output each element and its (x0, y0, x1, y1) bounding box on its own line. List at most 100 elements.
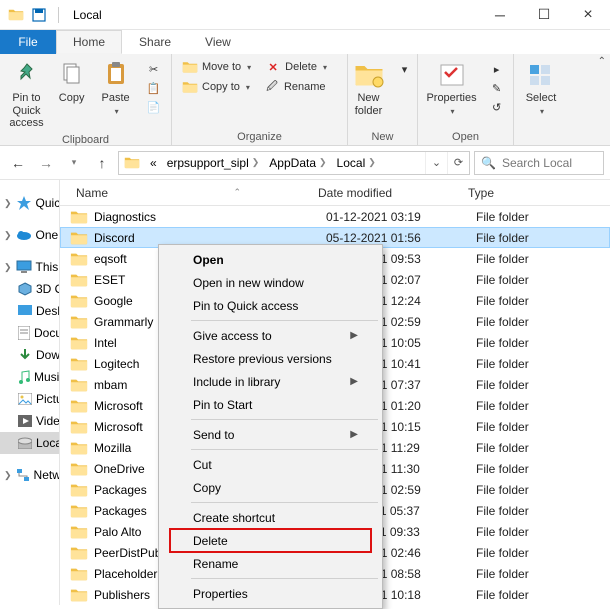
context-menu-item[interactable]: Open in new window (161, 271, 380, 294)
column-headers: Name⌃ Date modified Type (60, 180, 610, 206)
tab-file[interactable]: File (0, 30, 56, 54)
address-bar[interactable]: « erpsupport_sipl❯ AppData❯ Local❯ ⌄ ⟳ (118, 151, 470, 175)
tab-view[interactable]: View (188, 30, 248, 54)
context-menu-item[interactable]: Open (161, 248, 380, 271)
forward-button[interactable]: → (34, 151, 58, 175)
desktop-icon (18, 303, 32, 319)
folder-icon (70, 251, 88, 267)
move-icon (182, 60, 198, 74)
search-input[interactable]: 🔍 Search Local (474, 151, 604, 175)
window-title: Local (73, 8, 102, 22)
folder-icon (70, 461, 88, 477)
cut-button[interactable]: ✂ (142, 60, 166, 78)
select-button[interactable]: Select▾ (521, 58, 561, 118)
folder-icon (70, 398, 88, 414)
table-row[interactable]: Diagnostics01-12-2021 03:19File folder (60, 206, 610, 227)
context-menu-item[interactable]: Restore previous versions (161, 347, 380, 370)
context-menu-item[interactable]: Send to▶ (161, 423, 380, 446)
open-button[interactable]: ▸ (485, 60, 509, 78)
save-icon[interactable] (32, 8, 46, 22)
new-folder-button[interactable]: New folder (349, 58, 389, 119)
nav-item[interactable]: Desktop (0, 300, 59, 322)
folder-icon (70, 356, 88, 372)
open-group-caption: Open (452, 129, 479, 143)
folder-icon (70, 272, 88, 288)
pin-icon (14, 62, 40, 88)
doc-icon (18, 325, 30, 341)
star-icon (16, 195, 32, 211)
address-dropdown-button[interactable]: ⌄ (425, 152, 447, 174)
nav-item[interactable]: Music (0, 366, 59, 388)
copy-path-button[interactable]: 📋 (142, 79, 166, 97)
context-menu-item[interactable]: Create shortcut (161, 506, 380, 529)
edit-button[interactable]: ✎ (485, 79, 509, 97)
folder-icon (70, 524, 88, 540)
menu-separator (191, 320, 378, 321)
pin-to-quick-access-button[interactable]: Pin to Quick access (5, 58, 47, 132)
disk-icon (18, 435, 32, 451)
nav-item[interactable]: 3D Objects (0, 278, 59, 300)
delete-button[interactable]: ✕Delete▾ (261, 58, 331, 76)
maximize-button[interactable]: ☐ (522, 0, 566, 30)
nav-item[interactable]: ❯This PC (0, 256, 59, 278)
context-menu-item[interactable]: Give access to▶ (161, 324, 380, 347)
nav-item[interactable]: ❯Quick access (0, 192, 59, 214)
history-button[interactable]: ↺ (485, 98, 509, 116)
folder-icon (8, 8, 24, 21)
nav-item[interactable]: Local Disk (0, 432, 59, 454)
recent-button[interactable]: ▾ (62, 151, 86, 175)
nav-item[interactable]: Downloads (0, 344, 59, 366)
nav-item[interactable]: Pictures (0, 388, 59, 410)
nav-item[interactable]: Documents (0, 322, 59, 344)
tab-share[interactable]: Share (122, 30, 188, 54)
folder-icon (70, 566, 88, 582)
copy-button[interactable]: Copy (52, 58, 92, 107)
properties-button[interactable]: Properties▾ (422, 58, 480, 118)
breadcrumb-seg[interactable]: erpsupport_sipl (167, 156, 249, 170)
rename-icon: 🖉 (264, 79, 280, 95)
breadcrumb-seg[interactable]: Local (337, 156, 366, 170)
folder-icon (70, 230, 88, 246)
context-menu-item[interactable]: Pin to Quick access (161, 294, 380, 317)
context-menu-item[interactable]: Delete (161, 529, 380, 552)
up-button[interactable]: ↑ (90, 151, 114, 175)
net-icon (16, 467, 30, 483)
context-menu-item[interactable]: Copy (161, 476, 380, 499)
new-item-button[interactable]: ▾ (393, 60, 417, 78)
refresh-button[interactable]: ⟳ (447, 152, 469, 174)
clipboard-group-caption: Clipboard (62, 132, 109, 146)
move-to-button[interactable]: Move to▾ (178, 58, 255, 76)
context-menu-item[interactable]: Pin to Start (161, 393, 380, 416)
nav-item[interactable]: Videos (0, 410, 59, 432)
paste-button[interactable]: Paste▾ (96, 58, 136, 118)
back-button[interactable]: ← (6, 151, 30, 175)
music-icon (18, 369, 30, 385)
new-group-caption: New (371, 129, 393, 143)
minimize-button[interactable]: ─ (478, 0, 522, 30)
nav-item[interactable]: ❯Network (0, 464, 59, 486)
folder-icon (70, 545, 88, 561)
column-date[interactable]: Date modified (310, 180, 460, 205)
paste-shortcut-button[interactable]: 📄 (142, 98, 166, 116)
ribbon: Pin to Quick access Copy Paste▾ ✂ 📋 📄 Cl… (0, 54, 610, 146)
context-menu-item[interactable]: Include in library▶ (161, 370, 380, 393)
close-button[interactable]: × (566, 0, 610, 30)
column-name[interactable]: Name⌃ (60, 180, 310, 205)
search-icon: 🔍 (481, 156, 496, 170)
copy-icon (60, 62, 84, 88)
rename-button[interactable]: 🖉Rename (260, 78, 330, 96)
collapse-ribbon-button[interactable]: ⌃ (598, 56, 606, 67)
cube-icon (18, 281, 32, 297)
tab-home[interactable]: Home (56, 30, 122, 54)
copy-to-button[interactable]: Copy to▾ (178, 78, 254, 96)
column-type[interactable]: Type (460, 180, 610, 205)
context-menu-item[interactable]: Properties (161, 582, 380, 605)
breadcrumb-seg[interactable]: AppData (269, 156, 316, 170)
monitor-icon (16, 259, 32, 275)
context-menu-item[interactable]: Cut (161, 453, 380, 476)
copyto-icon (182, 80, 198, 94)
folder-icon (70, 419, 88, 435)
scissors-icon: ✂ (146, 61, 162, 77)
nav-item[interactable]: ❯OneDrive (0, 224, 59, 246)
context-menu-item[interactable]: Rename (161, 552, 380, 575)
